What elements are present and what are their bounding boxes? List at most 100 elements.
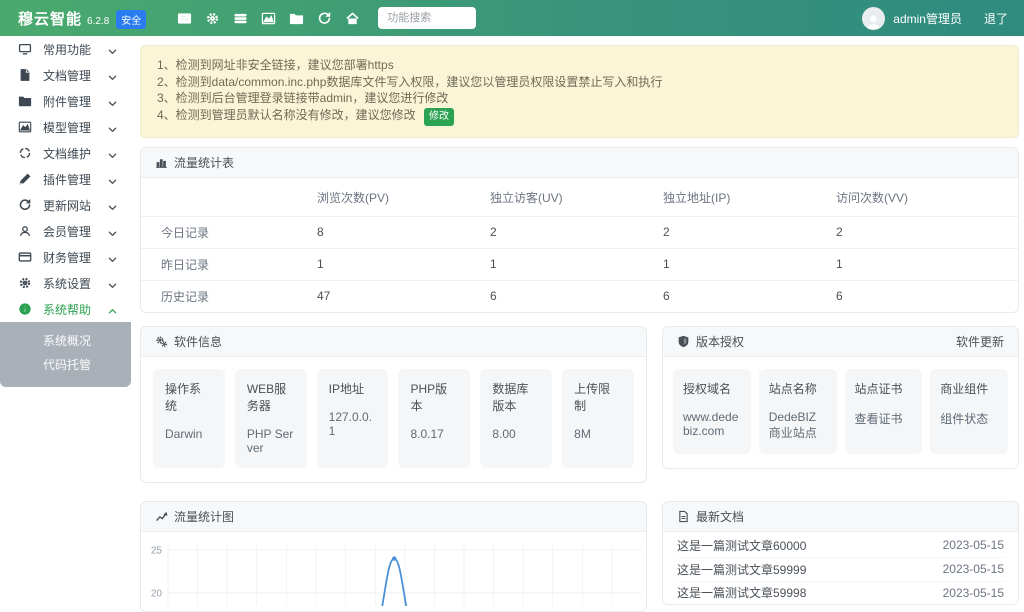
tile-label: 上传限制 (574, 380, 622, 414)
row-label: 历史记录 (141, 280, 317, 312)
traffic-col-ip: 独立地址(IP) (663, 178, 836, 217)
traffic-chart-card: 流量统计图 25 20 (140, 501, 647, 612)
table-row: 今日记录 8 2 2 2 (141, 216, 1018, 248)
cogs-icon (155, 335, 168, 348)
brand-version: 6.2.8 (87, 16, 109, 27)
traffic-stats-title: 流量统计表 (174, 154, 234, 171)
cell-uv: 6 (490, 280, 663, 312)
latest-docs-title: 最新文档 (696, 508, 744, 525)
refresh-icon[interactable] (310, 6, 338, 30)
row-label: 今日记录 (141, 216, 317, 248)
traffic-col-vv: 访问次数(VV) (836, 178, 1018, 217)
tile-value: 8.0.17 (410, 427, 458, 441)
info-icon (18, 302, 32, 316)
list-item: 这是一篇测试文章59998 2023-05-15 (677, 581, 1004, 605)
doc-title-link[interactable]: 这是一篇测试文章59999 (677, 561, 806, 578)
menu-icon[interactable] (226, 6, 254, 30)
submenu-item[interactable]: 代码托管 (0, 353, 131, 377)
sidebar-item-文档管理[interactable]: 文档管理 (0, 62, 131, 88)
doc-title-link[interactable]: 这是一篇测试文章59998 (677, 584, 806, 601)
chevron-down-icon (108, 97, 117, 106)
circle-icon (18, 146, 32, 160)
tile-value: DedeBIZ商业站点 (769, 410, 827, 441)
security-badge: 安全 (116, 10, 146, 29)
chevron-down-icon (108, 71, 117, 80)
sidebar-item-label: 会员管理 (43, 223, 91, 240)
sidebar-item-label: 系统帮助 (43, 301, 91, 318)
gear-icon[interactable] (198, 6, 226, 30)
username[interactable]: admin管理员 (893, 10, 962, 27)
traffic-chart-title: 流量统计图 (174, 508, 234, 525)
doc-date: 2023-05-15 (943, 562, 1004, 576)
avatar[interactable] (862, 7, 885, 30)
sidebar-item-label: 文档管理 (43, 67, 91, 84)
submenu-item[interactable]: 系统概况 (0, 329, 131, 353)
sidebar-item-更新网站[interactable]: 更新网站 (0, 192, 131, 218)
sidebar-item-label: 插件管理 (43, 171, 91, 188)
search-icon[interactable] (457, 11, 470, 24)
license-tiles: 授权域名 www.dedebiz.com 站点名称 DedeBIZ商业站点 站点… (663, 357, 1018, 468)
alert-line-2: 2、检测到data/common.inc.php数据库文件写入权限，建议您以管理… (157, 75, 1002, 90)
chart-icon[interactable] (254, 6, 282, 30)
license-tile: 授权域名 www.dedebiz.com (673, 369, 751, 454)
pen-icon (18, 172, 32, 186)
bottom-row: 流量统计图 25 20 最新文档 这是一篇测试文章60000 2023-05-15 (140, 501, 1019, 612)
monitor-icon (18, 42, 32, 56)
cell-uv: 2 (490, 216, 663, 248)
sidebar-item-系统设置[interactable]: 系统设置 (0, 270, 131, 296)
home-icon[interactable] (338, 6, 366, 30)
chevron-down-icon (108, 149, 117, 158)
sidebar-item-财务管理[interactable]: 财务管理 (0, 244, 131, 270)
alert-line-3: 3、检测到后台管理登录链接带admin，建议您进行修改 (157, 91, 1002, 106)
sidebar-menu: 常用功能 文档管理 附件管理 模型管理 (0, 36, 131, 322)
fix-button[interactable]: 修改 (424, 108, 454, 126)
sidebar-item-会员管理[interactable]: 会员管理 (0, 218, 131, 244)
tile-value[interactable]: 组件状态 (940, 410, 998, 427)
svg-text:20: 20 (151, 588, 163, 599)
cell-vv: 2 (836, 216, 1018, 248)
sidebar-item-label: 系统设置 (43, 275, 91, 292)
gear-dark-icon (18, 276, 32, 290)
traffic-chart-svg: 25 20 (143, 536, 644, 606)
cell-pv: 47 (317, 280, 490, 312)
doc-date: 2023-05-15 (943, 538, 1004, 552)
brand-name: 穆云智能 (18, 8, 82, 29)
info-tile: PHP版本 8.0.17 (398, 369, 470, 468)
doc-title-link[interactable]: 这是一篇测试文章60000 (677, 537, 806, 554)
sidebar-item-系统帮助[interactable]: 系统帮助 (0, 296, 131, 322)
sidebar-item-插件管理[interactable]: 插件管理 (0, 166, 131, 192)
tile-label: 站点证书 (855, 380, 913, 397)
folder-icon[interactable] (282, 6, 310, 30)
sidebar-item-模型管理[interactable]: 模型管理 (0, 114, 131, 140)
panel-icon[interactable] (170, 6, 198, 30)
tile-value: 8.00 (492, 427, 540, 441)
software-update-link[interactable]: 软件更新 (956, 333, 1004, 350)
traffic-col-uv: 独立访客(UV) (490, 178, 663, 217)
license-tile: 商业组件 组件状态 (930, 369, 1008, 454)
latest-docs-list: 这是一篇测试文章60000 2023-05-15 这是一篇测试文章59999 2… (663, 532, 1018, 605)
file-icon (18, 68, 32, 82)
sidebar-item-常用功能[interactable]: 常用功能 (0, 36, 131, 62)
security-alert: 1、检测到网址非安全链接，建议您部署https 2、检测到data/common… (140, 45, 1019, 138)
license-header: 版本授权 软件更新 (663, 327, 1018, 357)
software-info-header: 软件信息 (141, 327, 646, 357)
logout-link[interactable]: 退了 (984, 10, 1008, 27)
info-tile: IP地址 127.0.0.1 (317, 369, 389, 468)
sidebar-item-label: 财务管理 (43, 249, 91, 266)
sidebar-item-label: 模型管理 (43, 119, 91, 136)
sidebar-item-文档维护[interactable]: 文档维护 (0, 140, 131, 166)
folder-dark-icon (18, 94, 32, 108)
tile-value[interactable]: 查看证书 (855, 410, 913, 427)
traffic-col-empty (141, 178, 317, 217)
svg-text:25: 25 (151, 545, 163, 556)
license-card: 版本授权 软件更新 授权域名 www.dedebiz.com 站点名称 Dede… (662, 326, 1019, 469)
chevron-up-icon (108, 305, 117, 314)
software-info-title: 软件信息 (174, 333, 222, 350)
cell-uv: 1 (490, 248, 663, 280)
chevron-down-icon (108, 227, 117, 236)
sidebar-item-label: 常用功能 (43, 41, 91, 58)
tile-label: 数据库版本 (492, 380, 540, 414)
sidebar-item-附件管理[interactable]: 附件管理 (0, 88, 131, 114)
info-tile: 数据库版本 8.00 (480, 369, 552, 468)
license-title: 版本授权 (696, 333, 744, 350)
